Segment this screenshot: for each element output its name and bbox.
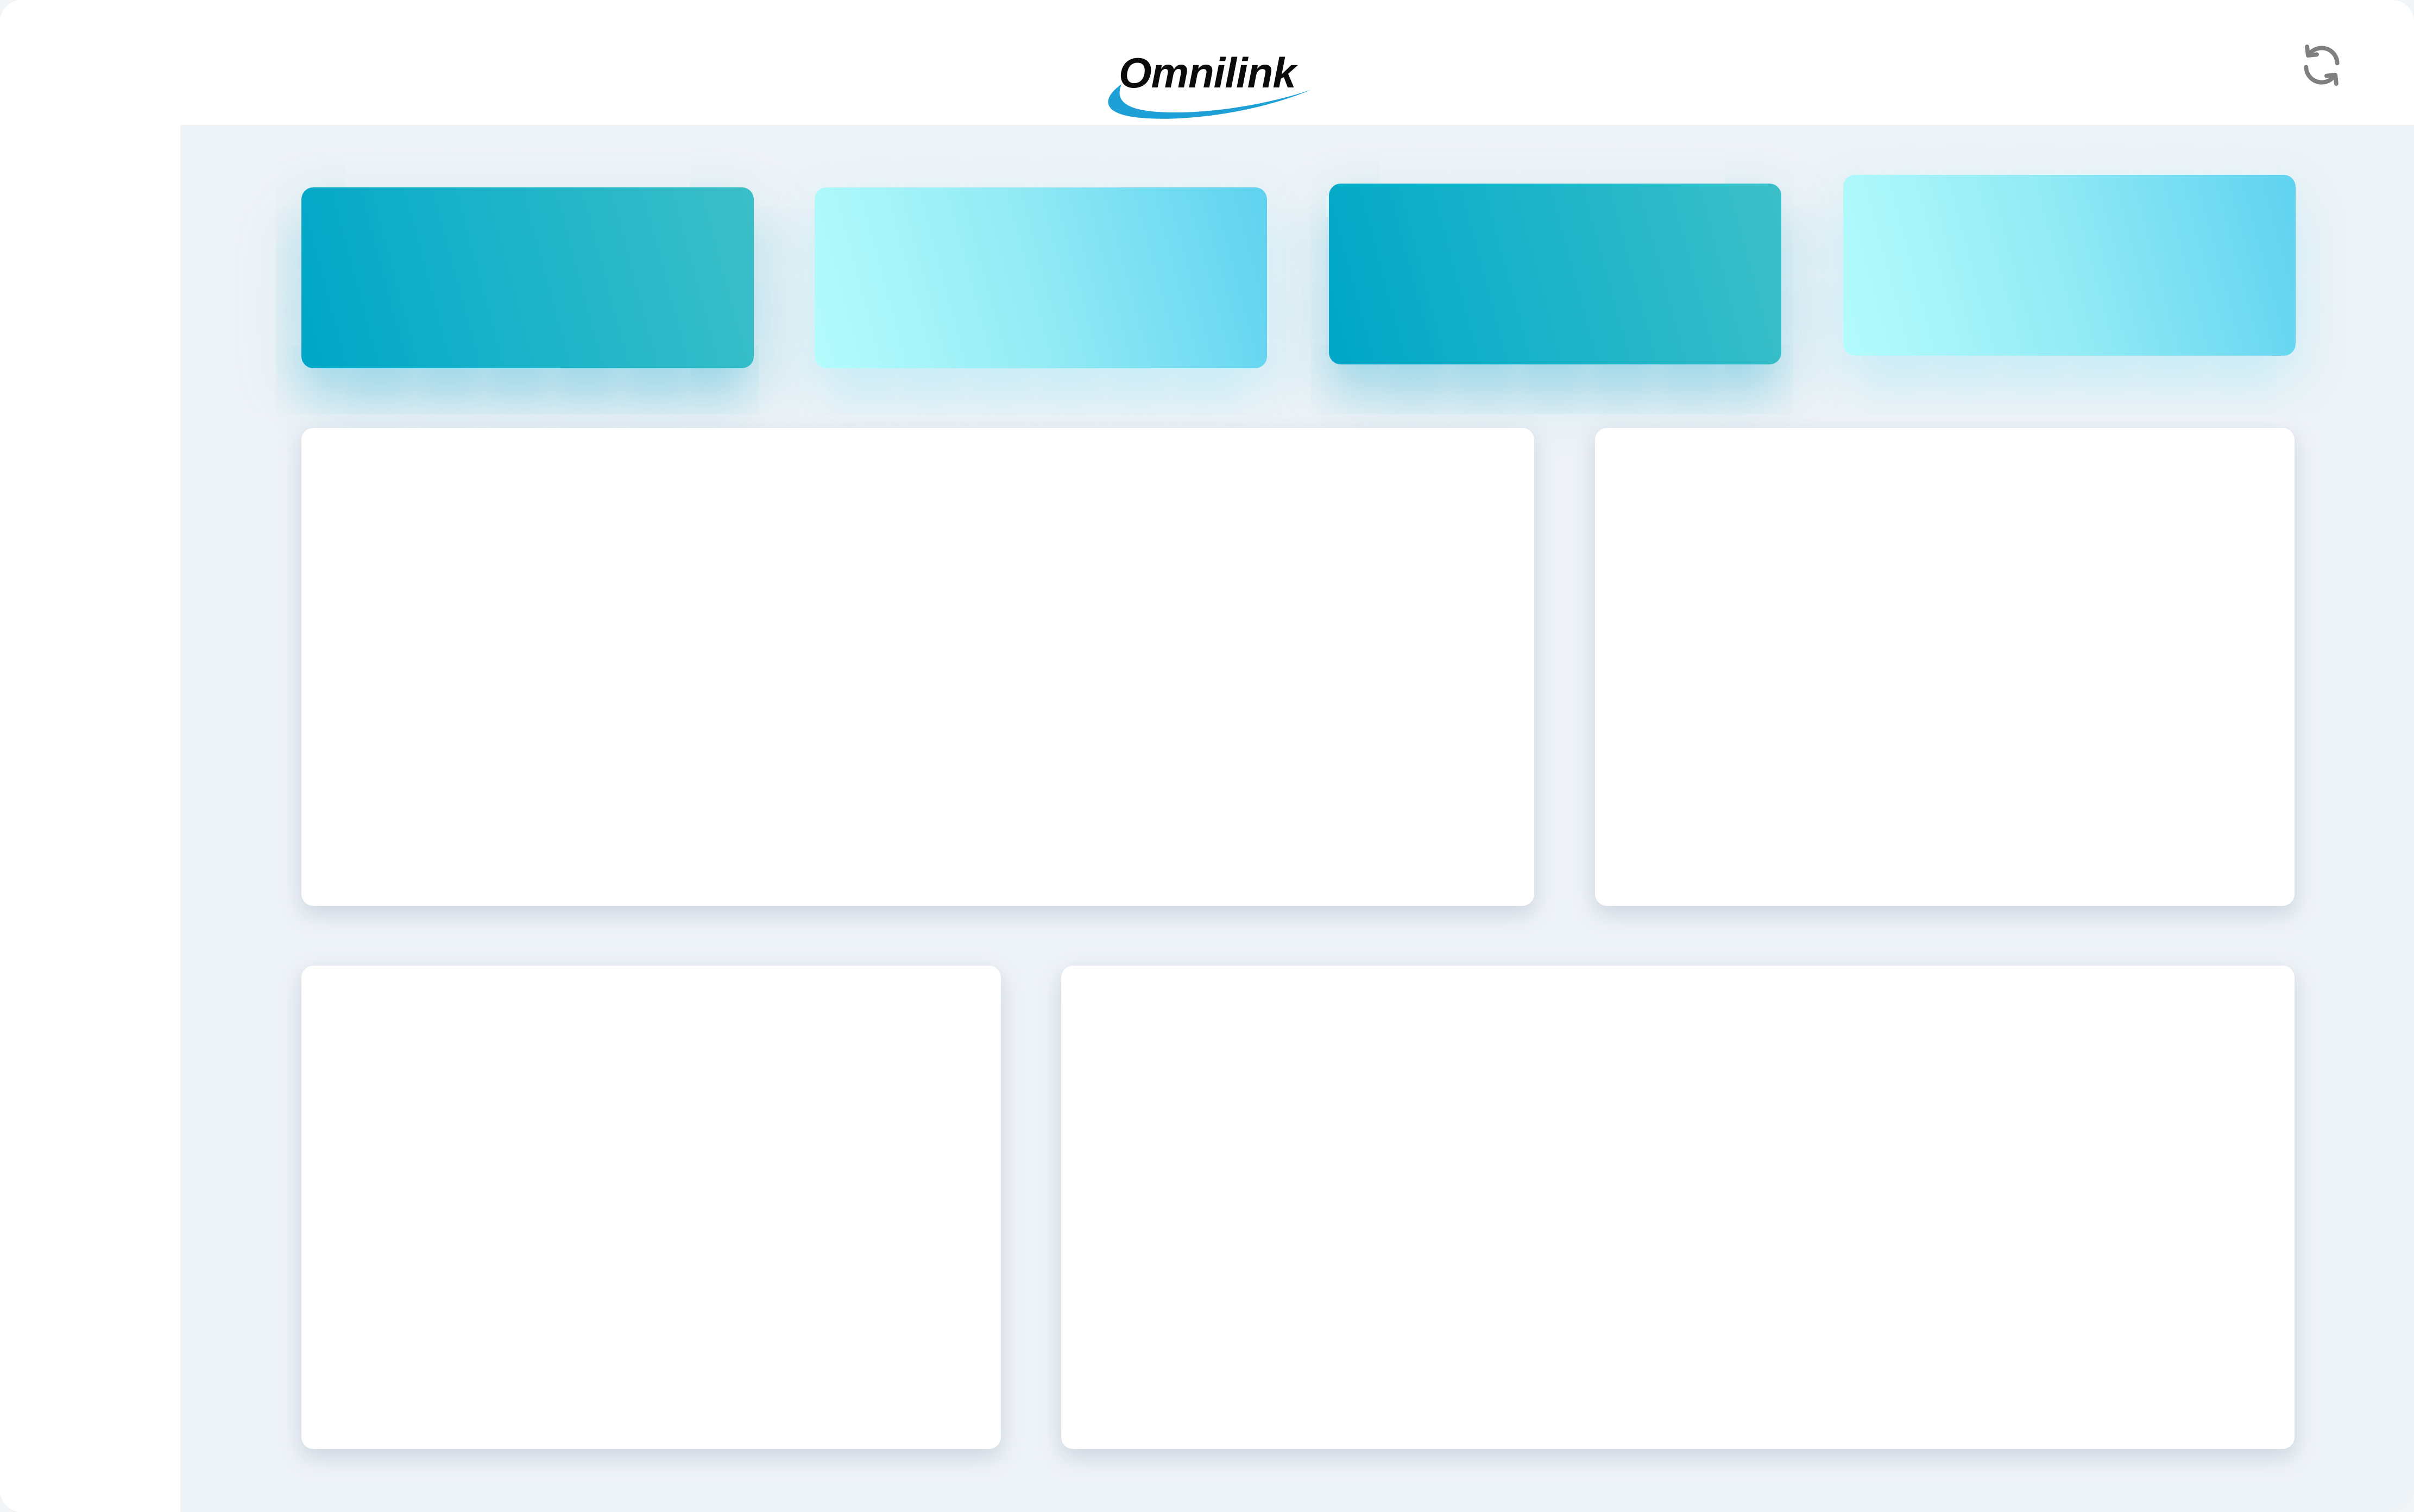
sidebar (0, 125, 180, 1512)
panel-main-top (301, 428, 1534, 906)
refresh-icon (2304, 45, 2340, 86)
refresh-button[interactable] (2295, 38, 2349, 92)
panel-main-bottom (1061, 966, 2295, 1449)
panel-side-bottom (301, 966, 1001, 1449)
app-window: Omnilink (0, 0, 2414, 1512)
omnilink-logo: Omnilink (1097, 52, 1314, 128)
logo-text: Omnilink (1119, 49, 1296, 97)
header: Omnilink (0, 0, 2414, 125)
kpi-card-3[interactable] (1329, 184, 1781, 364)
kpi-card-1[interactable] (301, 187, 754, 368)
kpi-card-4[interactable] (1843, 175, 2296, 356)
dashboard-main (180, 125, 2414, 1512)
kpi-card-2[interactable] (815, 187, 1267, 368)
panel-side-top (1595, 428, 2295, 906)
